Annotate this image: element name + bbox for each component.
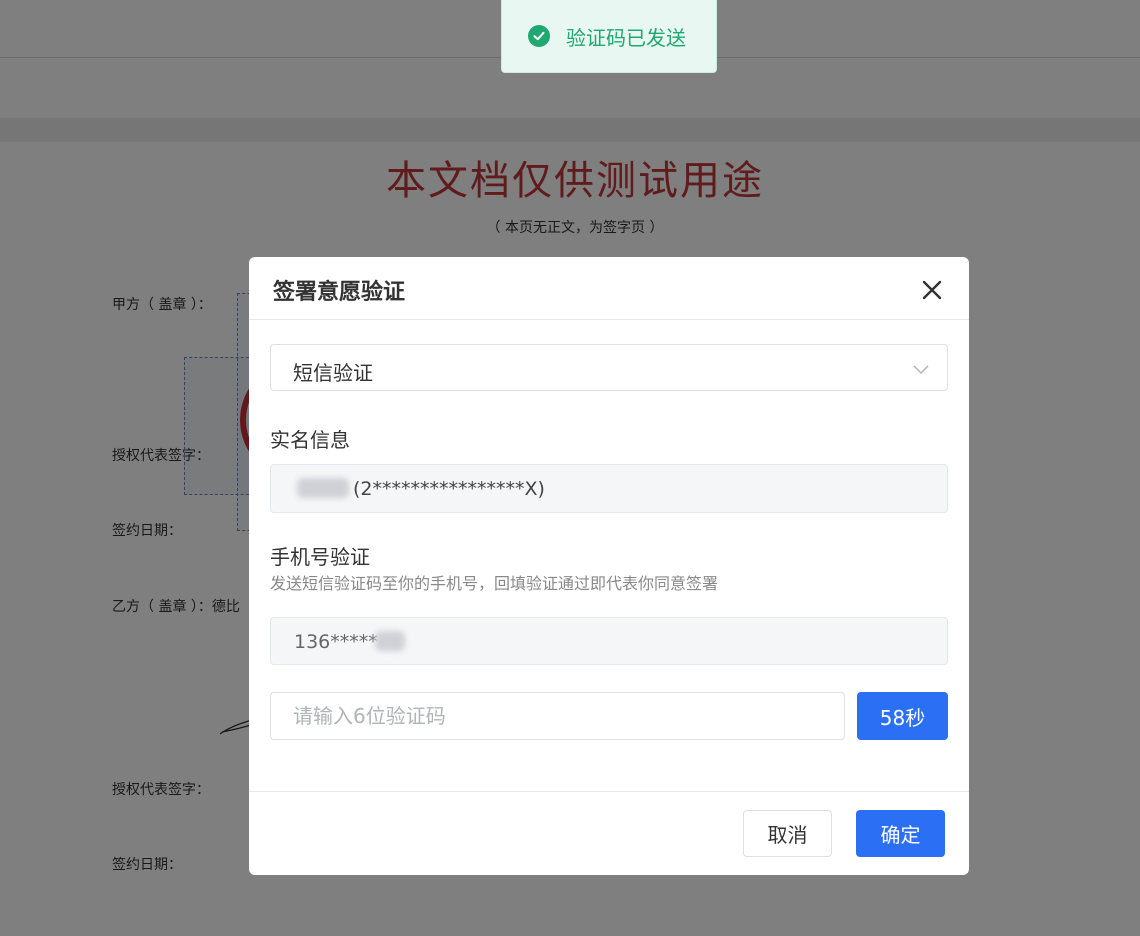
check-circle-icon [528,25,550,47]
real-name-field: (2****************X) [270,464,948,513]
confirm-button[interactable]: 确定 [856,810,945,857]
success-toast: 验证码已发送 [501,0,717,73]
verification-code-input[interactable] [270,692,845,740]
phone-verify-label: 手机号验证 [270,545,370,569]
masked-phone-tail [375,631,405,651]
dialog-header: 签署意愿验证 [249,257,969,320]
resend-countdown-button[interactable]: 58秒 [857,692,948,740]
dialog-title: 签署意愿验证 [273,280,406,305]
verify-method-value: 短信验证 [293,361,373,385]
phone-field: 136***** [270,617,948,665]
toast-message: 验证码已发送 [566,25,686,50]
footer-divider [249,791,969,792]
chevron-down-icon [913,365,929,375]
sign-intent-dialog: 签署意愿验证 短信验证 实名信息 (2****************X) 手机… [249,257,969,875]
masked-name [297,478,349,498]
cancel-button[interactable]: 取消 [743,810,832,857]
real-name-value: (2****************X) [353,478,545,500]
phone-verify-description: 发送短信验证码至你的手机号，回填验证通过即代表你同意签署 [270,574,719,593]
real-name-label: 实名信息 [270,428,350,452]
close-icon[interactable] [919,277,945,303]
verify-method-select[interactable]: 短信验证 [270,344,948,391]
phone-value: 136***** [294,631,378,653]
